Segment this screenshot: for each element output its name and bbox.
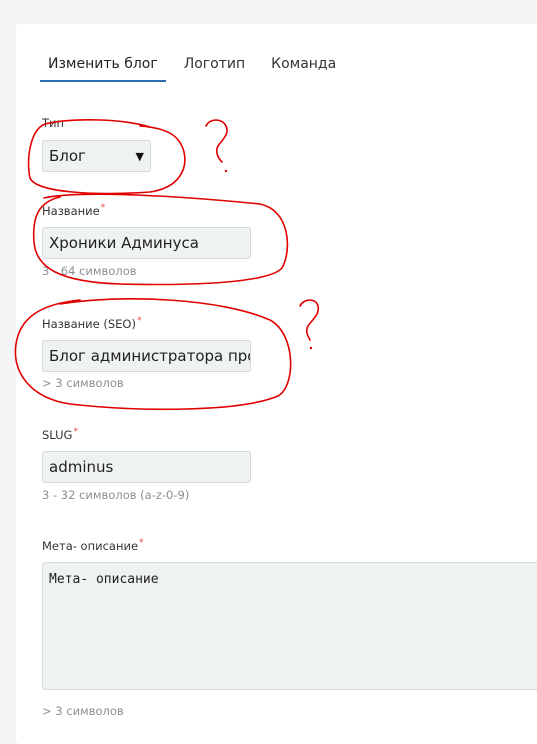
slug-hint: 3 - 32 символов (a-z-0-9) (42, 488, 190, 502)
type-select-value: Блог (49, 147, 86, 165)
meta-description-label: Мета- описание* (42, 538, 144, 553)
tab-bar: Изменить блог Логотип Команда (40, 52, 354, 82)
seo-name-hint: > 3 символов (42, 376, 124, 390)
chevron-down-icon: ▼ (135, 149, 144, 163)
seo-name-input[interactable]: Блог администратора проекта (42, 340, 251, 372)
required-asterisk: * (100, 203, 106, 213)
slug-label: SLUG* (42, 427, 78, 442)
name-hint: 3 - 64 символов (42, 264, 137, 278)
name-label: Название* (42, 203, 106, 218)
slug-input[interactable]: adminus (42, 451, 251, 483)
type-label: Тип (42, 116, 65, 130)
seo-name-label: Название (SEO)* (42, 316, 142, 331)
required-asterisk: * (136, 316, 142, 326)
name-input[interactable]: Хроники Админуса (42, 227, 251, 259)
type-select[interactable]: Блог ▼ (42, 140, 151, 172)
tab-team[interactable]: Команда (263, 52, 344, 82)
required-asterisk: * (139, 538, 144, 548)
tab-logo[interactable]: Логотип (176, 52, 253, 82)
required-asterisk: * (73, 427, 78, 437)
tab-edit-blog[interactable]: Изменить блог (40, 52, 166, 82)
meta-description-textarea[interactable]: Мета- описание (42, 562, 537, 690)
